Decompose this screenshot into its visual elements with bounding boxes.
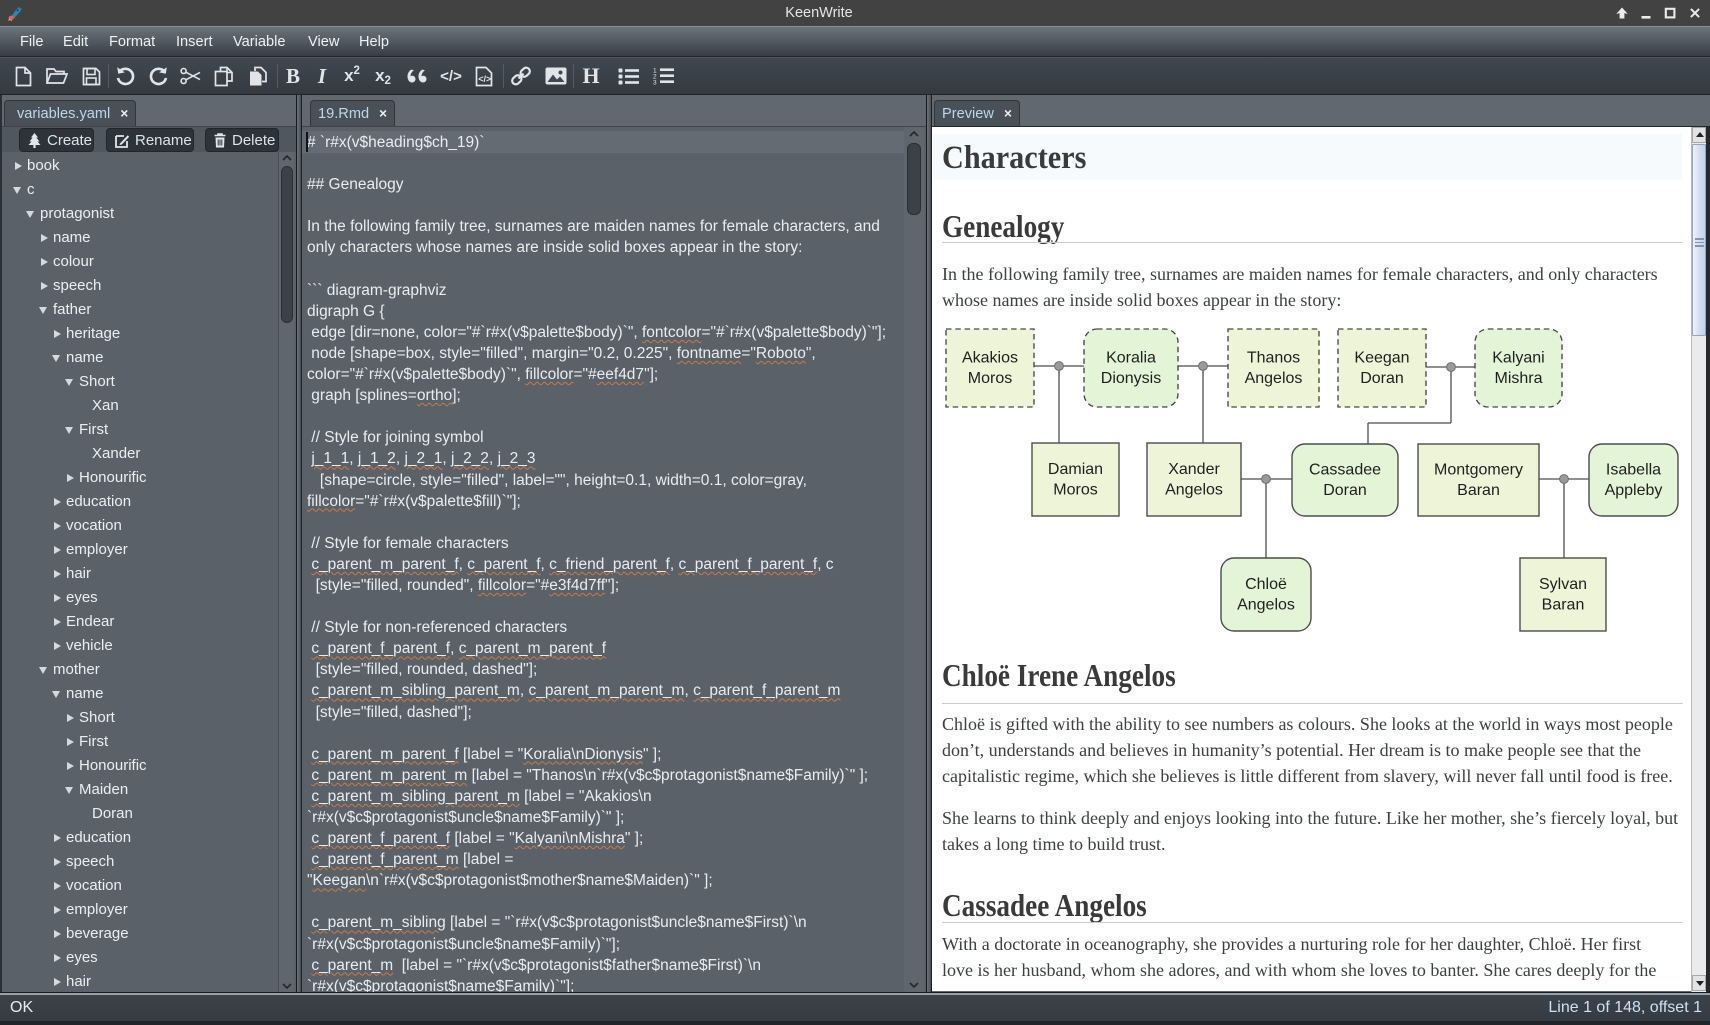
svg-text:Kalyani: Kalyani	[1492, 350, 1544, 367]
svg-text:Angelos: Angelos	[1245, 370, 1303, 387]
svg-text:Koralia: Koralia	[1106, 350, 1156, 367]
svg-text:Cassadee: Cassadee	[1309, 462, 1381, 479]
svg-text:Moros: Moros	[968, 370, 1012, 387]
svg-text:</>: </>	[478, 74, 491, 84]
svg-text:Akakios: Akakios	[962, 350, 1018, 367]
svg-text:Isabella: Isabella	[1606, 462, 1661, 479]
svg-text:Baran: Baran	[1542, 597, 1585, 614]
svg-text:Moros: Moros	[1053, 482, 1097, 499]
svg-text:Angelos: Angelos	[1237, 597, 1295, 614]
svg-text:Sylvan: Sylvan	[1539, 576, 1587, 593]
svg-text:Doran: Doran	[1323, 482, 1367, 499]
svg-text:Baran: Baran	[1457, 482, 1500, 499]
svg-text:Doran: Doran	[1360, 370, 1404, 387]
svg-text:Xander: Xander	[1168, 461, 1220, 478]
svg-text:Damian: Damian	[1048, 461, 1103, 478]
svg-text:Keegan: Keegan	[1354, 350, 1409, 367]
svg-text:Appleby: Appleby	[1605, 482, 1663, 499]
svg-text:Thanos: Thanos	[1247, 350, 1300, 367]
svg-text:Chloë: Chloë	[1245, 576, 1287, 593]
svg-text:Angelos: Angelos	[1165, 482, 1223, 499]
svg-text:Mishra: Mishra	[1494, 370, 1542, 387]
svg-text:Dionysis: Dionysis	[1101, 370, 1161, 387]
svg-text:Montgomery: Montgomery	[1434, 462, 1523, 479]
svg-text:3: 3	[653, 80, 657, 86]
